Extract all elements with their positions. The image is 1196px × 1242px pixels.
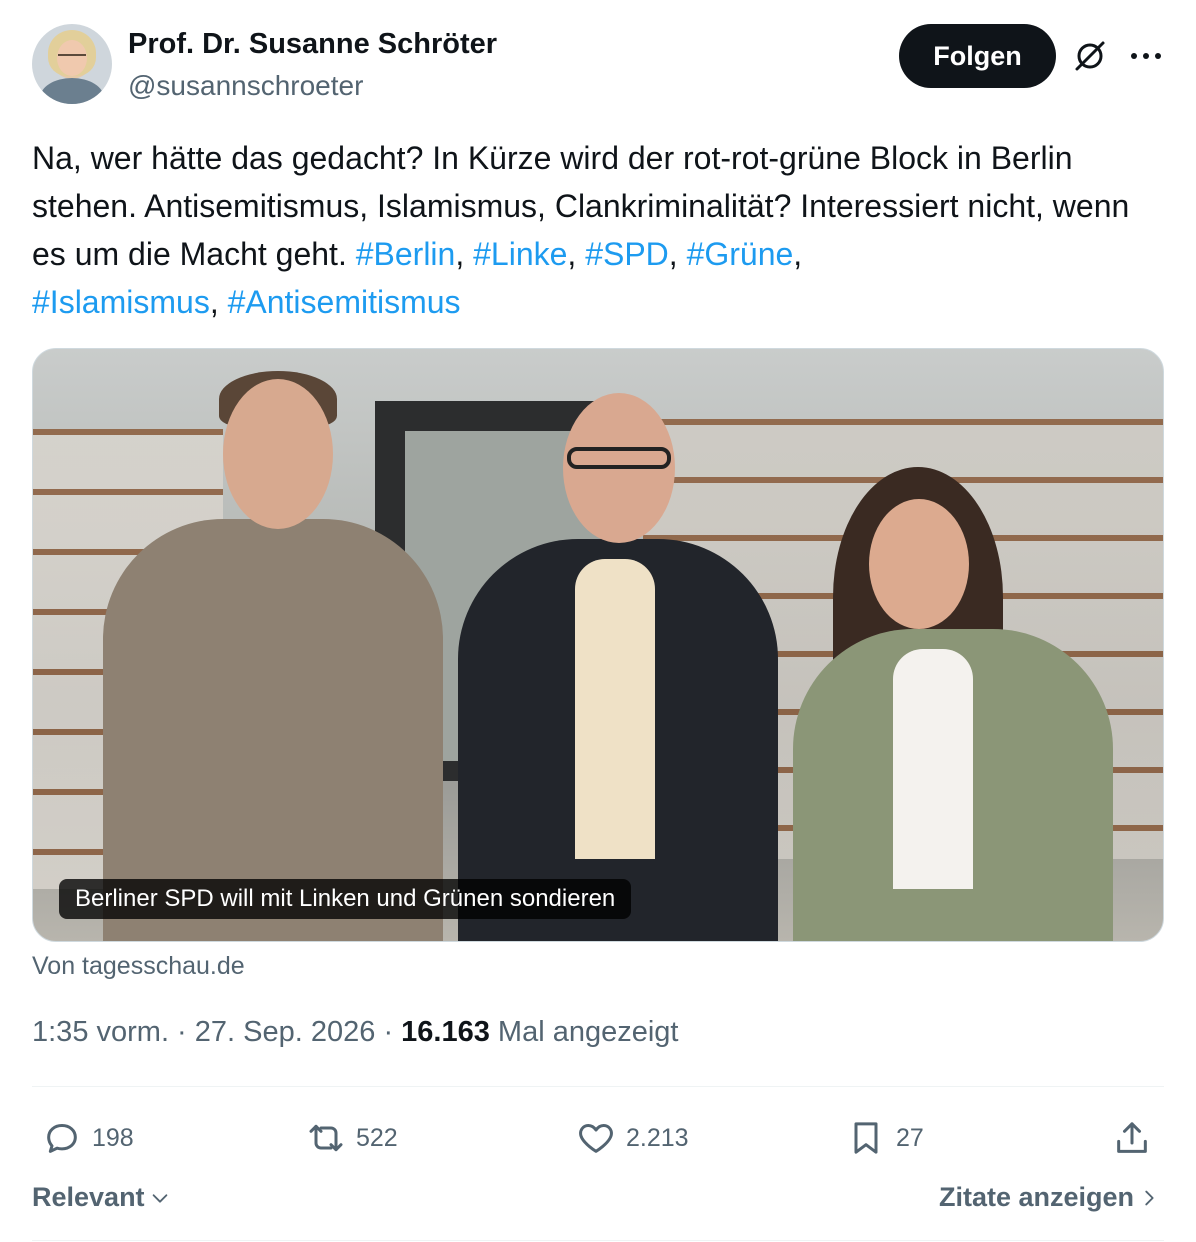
bookmark-button[interactable]: 27 bbox=[846, 1110, 924, 1166]
more-icon[interactable] bbox=[1128, 42, 1164, 70]
views-label: Mal angezeigt bbox=[489, 1016, 679, 1048]
heart-icon bbox=[579, 1124, 613, 1153]
link-card-caption: Berliner SPD will mit Linken und Grünen … bbox=[59, 879, 632, 919]
reply-count: 198 bbox=[92, 1123, 134, 1152]
like-count: 2.213 bbox=[626, 1123, 689, 1152]
like-button[interactable]: 2.213 bbox=[576, 1110, 689, 1166]
hashtag-berlin[interactable]: #Berlin bbox=[356, 236, 456, 272]
follow-button[interactable]: Folgen bbox=[899, 24, 1056, 88]
view-quotes-link[interactable]: Zitate anzeigen bbox=[939, 1182, 1160, 1213]
quotes-label: Zitate anzeigen bbox=[938, 1182, 1134, 1212]
avatar[interactable] bbox=[32, 24, 112, 104]
tweet-text: Na, wer hätte das gedacht? In Kürze wird… bbox=[32, 134, 1168, 326]
action-bar: 198 522 2.213 27 bbox=[32, 1110, 1164, 1166]
separator: , bbox=[793, 236, 803, 272]
separator: · bbox=[375, 1016, 402, 1048]
chevron-right-icon bbox=[1145, 1190, 1154, 1205]
chevron-down-icon bbox=[152, 1193, 167, 1203]
retweet-icon bbox=[309, 1124, 343, 1152]
separator: , bbox=[668, 236, 687, 272]
tweet-header: Prof. Dr. Susanne Schröter @susannschroe… bbox=[32, 24, 1164, 106]
sort-replies-dropdown[interactable]: Relevant bbox=[32, 1182, 171, 1213]
bookmark-icon bbox=[854, 1122, 878, 1154]
retweet-count: 522 bbox=[356, 1123, 398, 1152]
share-button[interactable] bbox=[1112, 1110, 1162, 1166]
reply-icon bbox=[47, 1124, 77, 1153]
tweet-time[interactable]: 1:35 vorm. bbox=[32, 1016, 169, 1048]
author-name[interactable]: Prof. Dr. Susanne Schröter bbox=[128, 28, 497, 61]
divider bbox=[32, 1240, 1164, 1241]
separator: , bbox=[209, 284, 228, 320]
divider bbox=[32, 1086, 1164, 1087]
grok-icon[interactable] bbox=[1072, 38, 1108, 74]
author-handle[interactable]: @susannschroeter bbox=[128, 70, 363, 102]
share-icon bbox=[1117, 1122, 1147, 1153]
separator: · bbox=[169, 1016, 195, 1048]
separator: , bbox=[455, 236, 474, 272]
tweet-date[interactable]: 27. Sep. 2026 bbox=[195, 1016, 376, 1048]
sort-label: Relevant bbox=[32, 1182, 145, 1212]
link-source[interactable]: Von tagesschau.de bbox=[32, 952, 245, 981]
hashtag-spd[interactable]: #SPD bbox=[585, 236, 669, 272]
link-card-image[interactable]: Berliner SPD will mit Linken und Grünen … bbox=[32, 348, 1164, 942]
tweet-meta: 1:35 vorm. · 27. Sep. 2026 · 16.163 Mal … bbox=[32, 1016, 679, 1049]
reply-button[interactable]: 198 bbox=[42, 1110, 134, 1166]
hashtag-antisemitismus[interactable]: #Antisemitismus bbox=[228, 284, 461, 320]
views-count: 16.163 bbox=[401, 1016, 490, 1048]
hashtag-gruene[interactable]: #Grüne bbox=[687, 236, 794, 272]
separator: , bbox=[567, 236, 586, 272]
retweet-button[interactable]: 522 bbox=[306, 1110, 398, 1166]
hashtag-islamismus[interactable]: #Islamismus bbox=[32, 284, 210, 320]
bookmark-count: 27 bbox=[896, 1123, 924, 1152]
hashtag-linke[interactable]: #Linke bbox=[473, 236, 567, 272]
